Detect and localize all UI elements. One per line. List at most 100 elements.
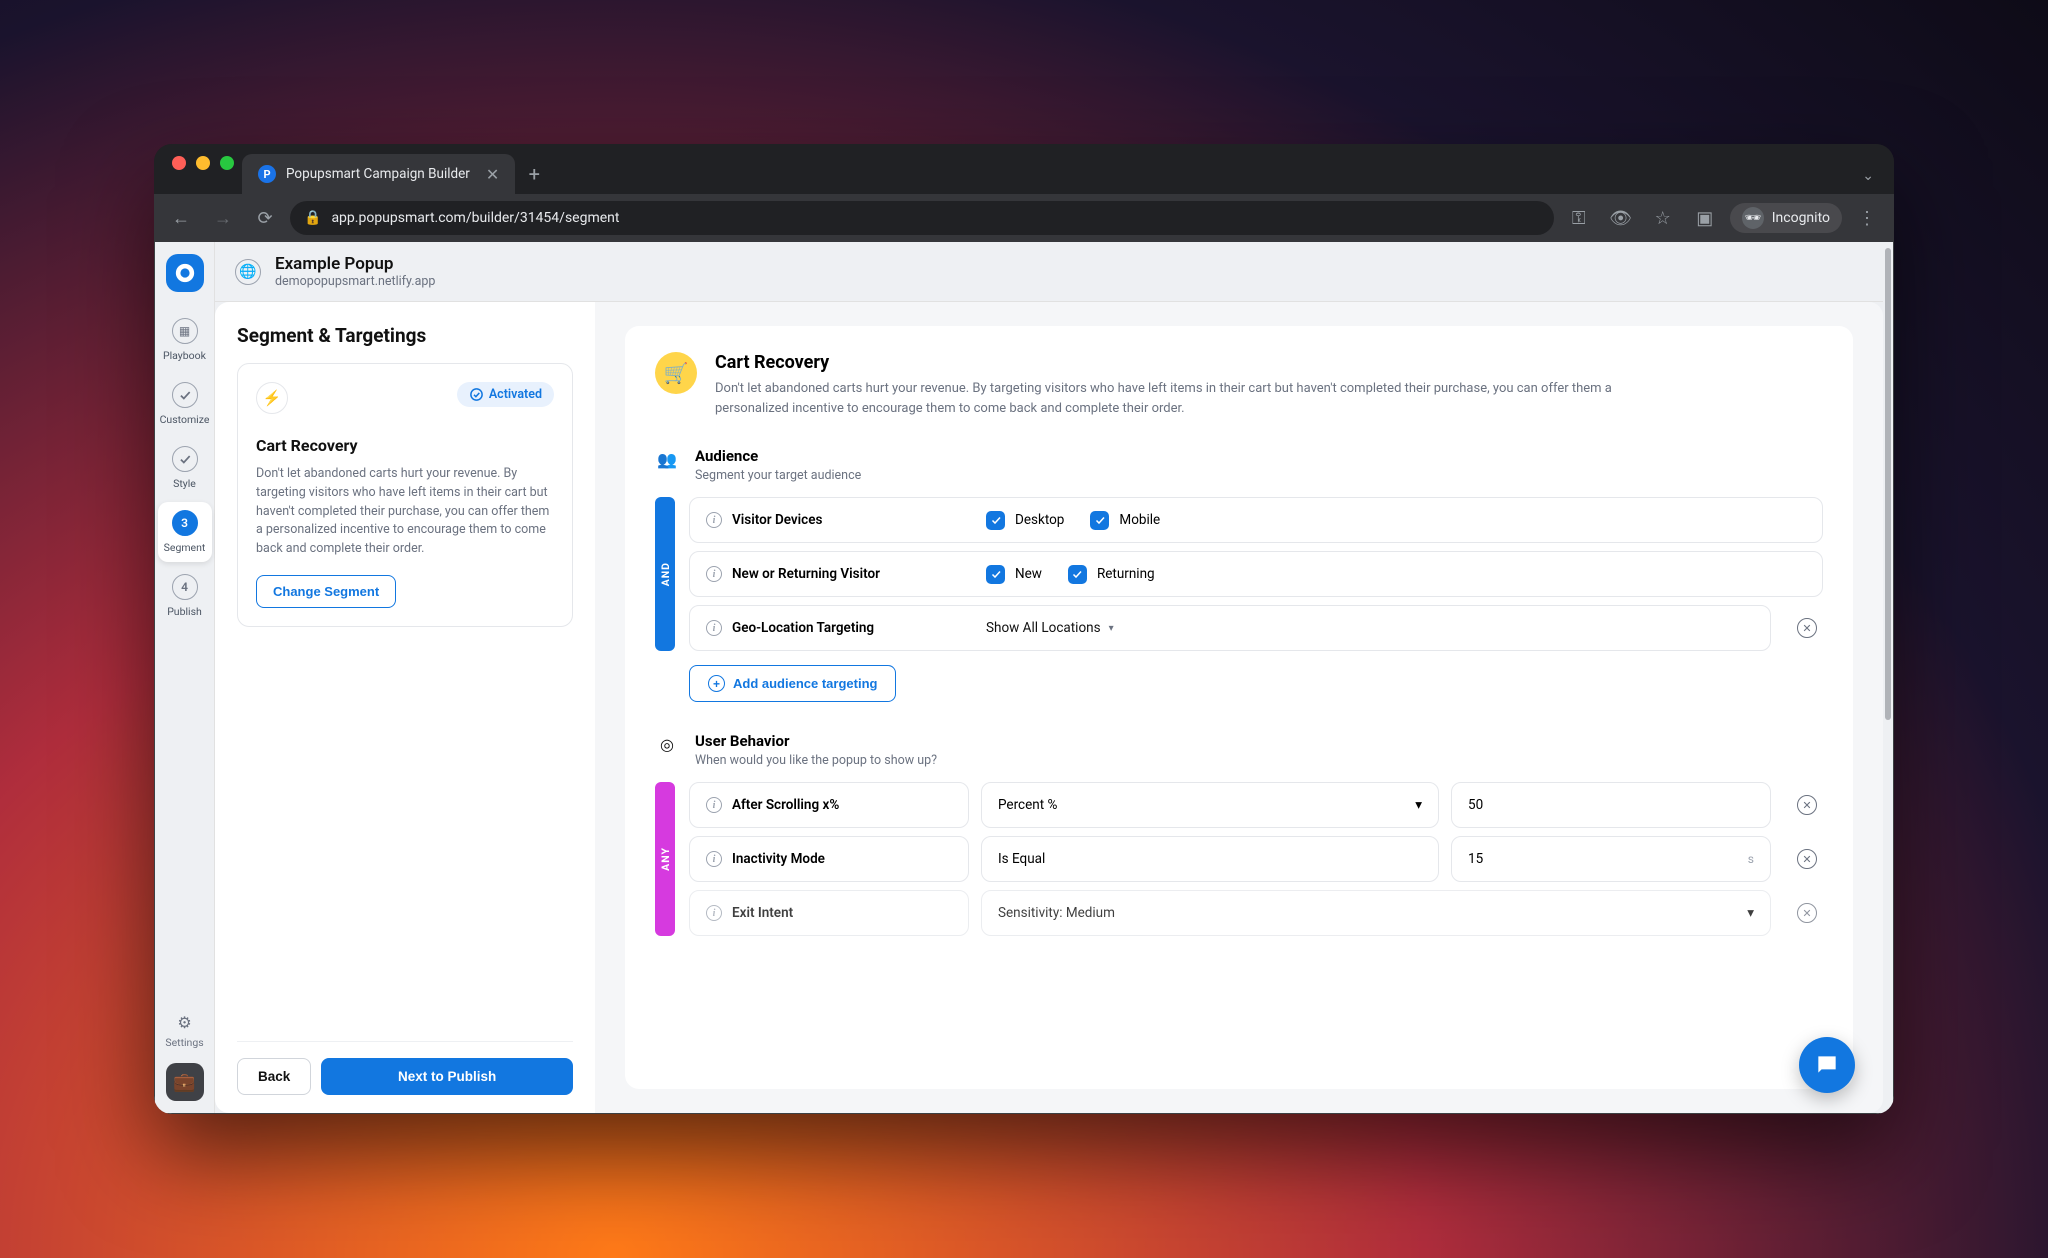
- tab-title: Popupsmart Campaign Builder: [286, 166, 470, 182]
- kebab-menu-icon[interactable]: ⋮: [1850, 201, 1884, 235]
- chevron-down-icon: ▾: [1415, 797, 1422, 813]
- rule-row-new-returning: iNew or Returning Visitor New Returning: [689, 551, 1823, 597]
- behavior-section: ◎ User Behavior When would you like the …: [655, 732, 1823, 936]
- segment-side-panel: Segment & Targetings Activated ⚡ Cart Re…: [215, 302, 595, 1113]
- step-number: 4: [172, 574, 198, 600]
- app-body: 🌐 Example Popup demopopupsmart.netlify.a…: [215, 242, 1883, 1113]
- gear-icon: ⚙: [177, 1013, 191, 1032]
- side-footer: Back Next to Publish: [237, 1041, 573, 1095]
- segment-main-pane: 🛒 Cart Recovery Don't let abandoned cart…: [595, 302, 1883, 1113]
- key-icon[interactable]: ⚿: [1562, 201, 1596, 235]
- rail-settings[interactable]: ⚙ Settings: [164, 1013, 206, 1049]
- active-segment-card: Activated ⚡ Cart Recovery Don't let aban…: [237, 363, 573, 627]
- inactivity-mode-select[interactable]: Is Equal: [981, 836, 1439, 882]
- favicon-icon: P: [258, 165, 276, 183]
- side-title: Segment & Targetings: [237, 324, 573, 347]
- next-button[interactable]: Next to Publish: [321, 1058, 573, 1095]
- browser-tab[interactable]: P Popupsmart Campaign Builder ✕: [242, 154, 515, 194]
- info-icon[interactable]: i: [706, 797, 722, 813]
- rule-row-inactivity: iInactivity Mode: [689, 836, 969, 882]
- rail-briefcase[interactable]: 💼: [166, 1063, 204, 1101]
- logic-any-tag: ANY: [655, 782, 675, 936]
- scroll-mode-select[interactable]: Percent %▾: [981, 782, 1439, 828]
- eye-off-icon[interactable]: 👁: [1604, 201, 1638, 235]
- close-window-icon[interactable]: [172, 156, 186, 170]
- chevron-down-icon: ▾: [1109, 623, 1114, 634]
- remove-rule-button[interactable]: ✕: [1797, 903, 1817, 923]
- scroll-value-input[interactable]: 50: [1451, 782, 1771, 828]
- checkbox-desktop[interactable]: Desktop: [986, 511, 1064, 530]
- check-icon: [172, 446, 198, 472]
- check-icon: [172, 382, 198, 408]
- incognito-icon: 🕶: [1742, 207, 1764, 229]
- status-badge: Activated: [457, 382, 554, 407]
- geo-select[interactable]: Show All Locations▾: [986, 620, 1114, 636]
- info-icon[interactable]: i: [706, 905, 722, 921]
- card-description: Don't let abandoned carts hurt your reve…: [256, 465, 554, 559]
- info-icon[interactable]: i: [706, 851, 722, 867]
- exit-sensitivity-select[interactable]: Sensitivity: Medium▾: [981, 890, 1771, 936]
- cursor-target-icon: ◎: [655, 732, 679, 756]
- rail-step-playbook[interactable]: ▦ Playbook: [158, 310, 212, 370]
- briefcase-icon: 💼: [173, 1072, 195, 1093]
- people-icon: 👥: [655, 447, 679, 471]
- audience-title: Audience: [695, 447, 861, 465]
- url-text: app.popupsmart.com/builder/31454/segment: [331, 210, 619, 226]
- back-button[interactable]: Back: [237, 1058, 311, 1095]
- app-header: 🌐 Example Popup demopopupsmart.netlify.a…: [215, 242, 1883, 302]
- segment-settings-card: 🛒 Cart Recovery Don't let abandoned cart…: [625, 326, 1853, 1089]
- campaign-title: Example Popup: [275, 254, 435, 274]
- minimize-window-icon[interactable]: [196, 156, 210, 170]
- app-frame: ▦ Playbook Customize Style 3 Segment 4 P…: [154, 242, 1894, 1114]
- nav-back-button[interactable]: ←: [164, 201, 198, 235]
- chat-fab[interactable]: [1799, 1037, 1855, 1093]
- rail-step-publish[interactable]: 4 Publish: [158, 566, 212, 626]
- rail-step-segment[interactable]: 3 Segment: [158, 502, 212, 562]
- hero-description: Don't let abandoned carts hurt your reve…: [715, 379, 1675, 419]
- audience-section: 👥 Audience Segment your target audience …: [655, 447, 1823, 702]
- new-tab-button[interactable]: +: [517, 157, 551, 191]
- browser-tabbar: P Popupsmart Campaign Builder ✕ + ⌄: [154, 144, 1894, 194]
- step-number: 3: [172, 510, 198, 536]
- campaign-domain: demopopupsmart.netlify.app: [275, 274, 435, 289]
- incognito-chip[interactable]: 🕶 Incognito: [1730, 203, 1842, 233]
- rail-step-style[interactable]: Style: [158, 438, 212, 498]
- add-audience-button[interactable]: +Add audience targeting: [689, 665, 896, 702]
- rail-step-customize[interactable]: Customize: [158, 374, 212, 434]
- incognito-label: Incognito: [1772, 210, 1830, 226]
- change-segment-button[interactable]: Change Segment: [256, 575, 396, 608]
- checkbox-returning[interactable]: Returning: [1068, 565, 1155, 584]
- rule-row-geo: iGeo-Location Targeting Show All Locatio…: [689, 605, 1771, 651]
- bookmark-star-icon[interactable]: ☆: [1646, 201, 1680, 235]
- lock-icon: 🔒: [304, 210, 321, 226]
- inactivity-value-input[interactable]: 15s: [1451, 836, 1771, 882]
- left-rail: ▦ Playbook Customize Style 3 Segment 4 P…: [155, 242, 215, 1113]
- remove-rule-button[interactable]: ✕: [1797, 849, 1817, 869]
- maximize-window-icon[interactable]: [220, 156, 234, 170]
- logic-and-tag: AND: [655, 497, 675, 651]
- checkbox-mobile[interactable]: Mobile: [1090, 511, 1160, 530]
- window-controls: [164, 144, 242, 194]
- globe-icon: 🌐: [235, 259, 261, 285]
- bolt-icon: ⚡: [256, 382, 288, 414]
- info-icon[interactable]: i: [706, 566, 722, 582]
- checkbox-new[interactable]: New: [986, 565, 1042, 584]
- content-scrollbar[interactable]: [1883, 242, 1893, 1113]
- rule-row-devices: iVisitor Devices Desktop Mobile: [689, 497, 1823, 543]
- address-bar[interactable]: 🔒 app.popupsmart.com/builder/31454/segme…: [290, 201, 1554, 235]
- panel-icon[interactable]: ▣: [1688, 201, 1722, 235]
- info-icon[interactable]: i: [706, 620, 722, 636]
- brand-logo[interactable]: [166, 254, 204, 292]
- remove-rule-button[interactable]: ✕: [1797, 618, 1817, 638]
- rule-row-exit-intent: iExit Intent: [689, 890, 969, 936]
- remove-rule-button[interactable]: ✕: [1797, 795, 1817, 815]
- grid-icon: ▦: [172, 318, 198, 344]
- behavior-subtitle: When would you like the popup to show up…: [695, 753, 937, 768]
- info-icon[interactable]: i: [706, 512, 722, 528]
- cart-icon: 🛒: [655, 352, 697, 394]
- nav-reload-button[interactable]: ⟳: [248, 201, 282, 235]
- plus-circle-icon: +: [708, 675, 725, 692]
- rule-row-scroll: iAfter Scrolling x%: [689, 782, 969, 828]
- tab-close-icon[interactable]: ✕: [480, 165, 499, 184]
- tabs-overflow-icon[interactable]: ⌄: [1862, 168, 1874, 184]
